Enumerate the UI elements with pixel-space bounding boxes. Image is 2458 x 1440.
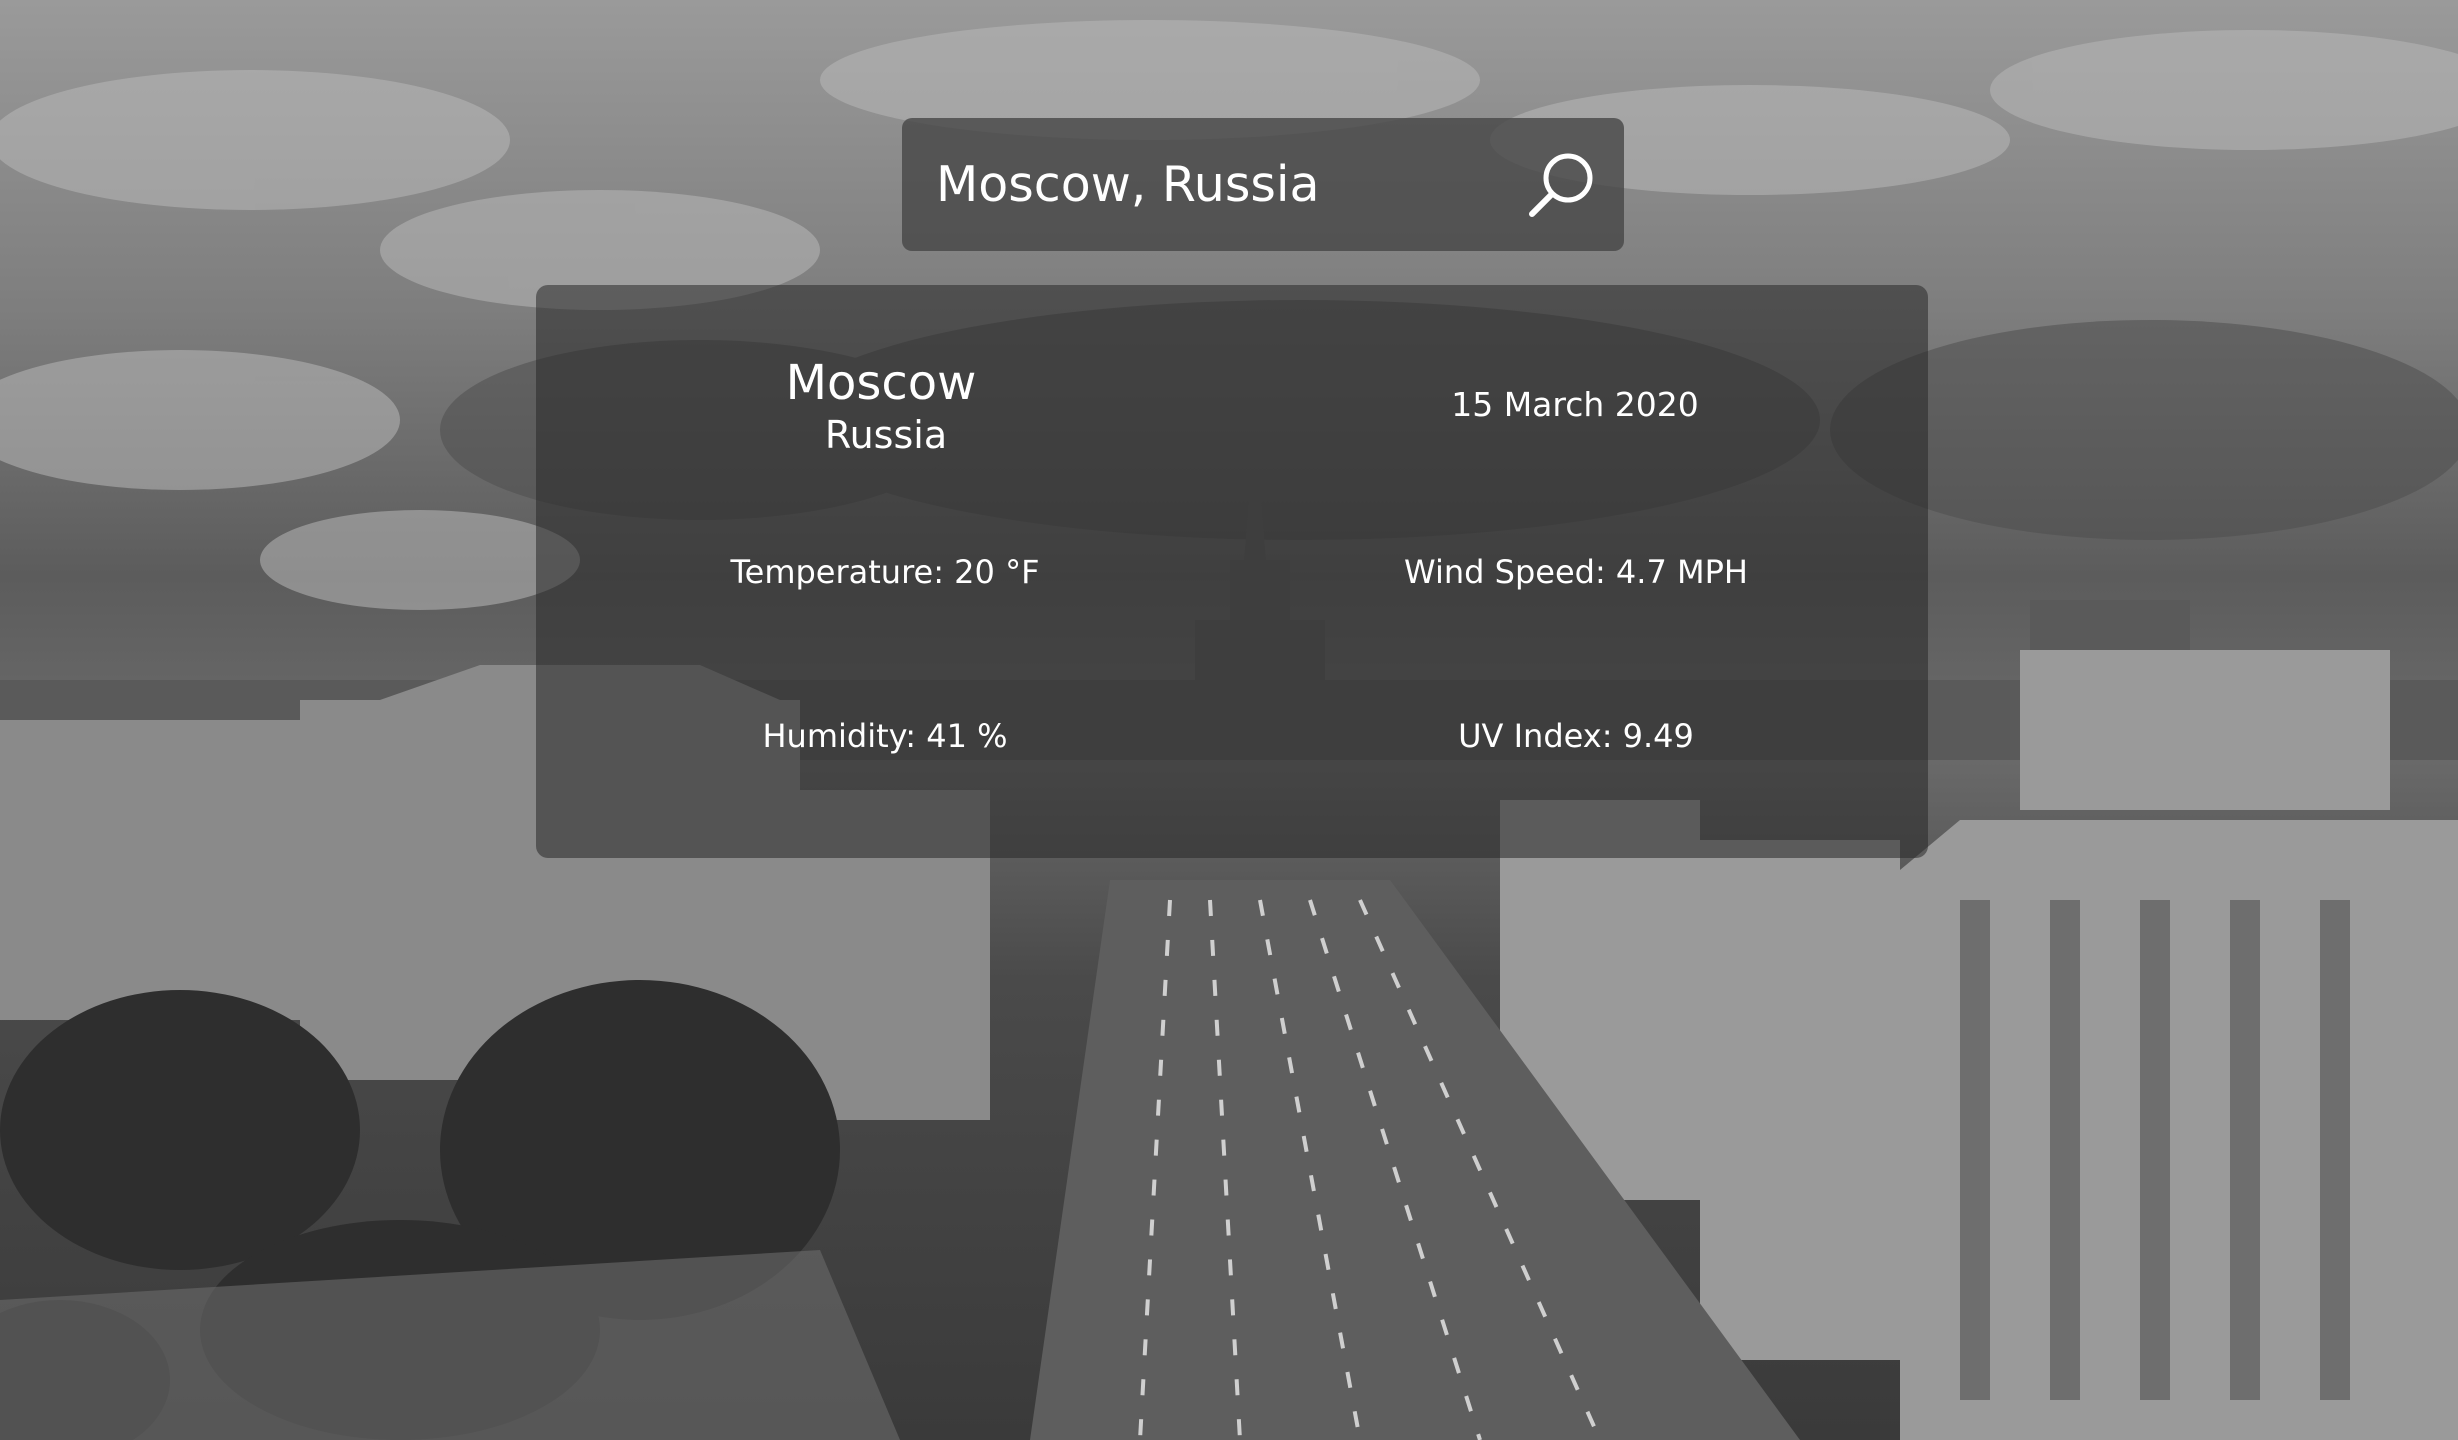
weather-card: Moscow Russia 15 March 2020 Temperature:… <box>536 285 1928 858</box>
humidity-label: Humidity: 41 % <box>762 717 1008 755</box>
country-name: Russia <box>824 413 948 457</box>
wind-speed-label: Wind Speed: 4.7 MPH <box>1404 553 1748 591</box>
search-icon <box>1529 153 1593 217</box>
search-button[interactable] <box>1524 148 1598 222</box>
date-label: 15 March 2020 <box>1451 385 1699 424</box>
search-bar <box>902 118 1624 251</box>
search-input[interactable] <box>936 118 1496 251</box>
city-name: Moscow <box>785 355 977 411</box>
uv-index-label: UV Index: 9.49 <box>1458 717 1694 755</box>
temperature-label: Temperature: 20 °F <box>730 553 1040 591</box>
